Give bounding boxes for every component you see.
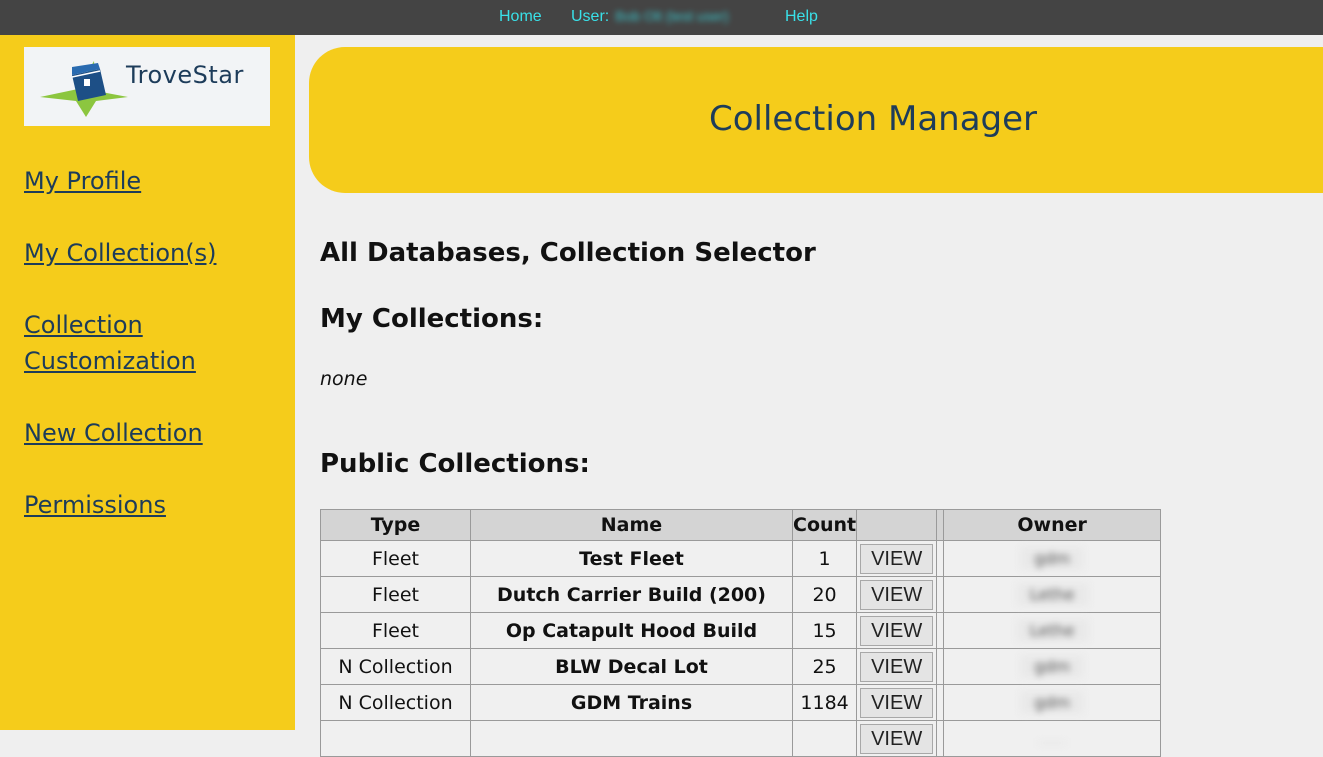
table-header-row: Type Name Count Owner (320, 509, 1162, 541)
table-row: Fleet Test Fleet 1 VIEW gdm (320, 540, 1162, 577)
my-collections-heading: My Collections: (320, 304, 544, 334)
table-row: VIEW (320, 720, 1162, 757)
column-separator (936, 576, 945, 613)
top-nav-bar: Home User: Bob Olt (test user) Help (0, 0, 1323, 35)
row-type: N Collection (320, 648, 471, 685)
row-owner: gdm (943, 648, 1162, 685)
row-name: GDM Trains (470, 684, 793, 721)
column-separator (936, 720, 945, 757)
row-view-cell: VIEW (856, 684, 938, 721)
row-type (320, 720, 471, 757)
sidebar: TroveStar My Profile My Collection(s) Co… (0, 35, 295, 730)
column-separator (936, 509, 945, 541)
sidebar-item-new-collection[interactable]: New Collection (24, 415, 284, 451)
column-separator (936, 612, 945, 649)
table-row: Fleet Dutch Carrier Build (200) 20 VIEW … (320, 576, 1162, 613)
owner-name: gdm (1020, 691, 1085, 714)
nav-home-link[interactable]: Home (499, 0, 542, 35)
row-view-cell: VIEW (856, 576, 938, 613)
main-heading: All Databases, Collection Selector (320, 238, 816, 268)
owner-name: gdm (1020, 655, 1085, 678)
table-row: N Collection GDM Trains 1184 VIEW gdm (320, 684, 1162, 721)
row-owner: gdm (943, 540, 1162, 577)
row-name: Dutch Carrier Build (200) (470, 576, 793, 613)
view-button[interactable]: VIEW (860, 651, 934, 682)
owner-name: Lethe (1015, 583, 1089, 606)
table-row: Fleet Op Catapult Hood Build 15 VIEW Let… (320, 612, 1162, 649)
view-button[interactable]: VIEW (860, 723, 934, 754)
treasure-chest-star-icon (40, 61, 128, 117)
owner-name: Lethe (1015, 619, 1089, 642)
row-owner: Lethe (943, 612, 1162, 649)
view-button[interactable]: VIEW (860, 543, 934, 574)
row-name: Op Catapult Hood Build (470, 612, 793, 649)
row-type: Fleet (320, 576, 471, 613)
nav-user-name[interactable]: Bob Olt (test user) (615, 0, 729, 33)
row-count: 20 (791, 576, 858, 613)
my-collections-empty-text: none (320, 368, 368, 390)
nav-help-link[interactable]: Help (785, 0, 818, 35)
column-header-view (856, 509, 938, 541)
trovestar-logo[interactable]: TroveStar (24, 47, 270, 126)
view-button[interactable]: VIEW (860, 687, 934, 718)
page-title: Collection Manager (709, 99, 1038, 139)
row-owner (943, 720, 1162, 757)
sidebar-item-my-profile[interactable]: My Profile (24, 163, 284, 199)
column-separator (936, 540, 945, 577)
nav-user: User: Bob Olt (test user) (571, 0, 729, 35)
row-view-cell: VIEW (856, 648, 938, 685)
row-owner: gdm (943, 684, 1162, 721)
owner-name (1038, 740, 1067, 745)
row-name: Test Fleet (470, 540, 793, 577)
column-header-type: Type (320, 509, 471, 541)
row-count: 15 (791, 612, 858, 649)
nav-user-label: User: (571, 8, 610, 25)
column-header-count: Count (791, 509, 858, 541)
view-button[interactable]: VIEW (860, 579, 934, 610)
column-header-name: Name (470, 509, 793, 541)
row-count (791, 720, 858, 757)
sidebar-item-permissions[interactable]: Permissions (24, 487, 284, 523)
sidebar-item-collection-customization[interactable]: Collection Customization (24, 307, 284, 379)
owner-name: gdm (1020, 547, 1085, 570)
row-type: Fleet (320, 612, 471, 649)
row-count: 1 (791, 540, 858, 577)
sidebar-item-my-collections[interactable]: My Collection(s) (24, 235, 284, 271)
row-type: N Collection (320, 684, 471, 721)
row-view-cell: VIEW (856, 612, 938, 649)
column-header-owner: Owner (943, 509, 1162, 541)
view-button[interactable]: VIEW (860, 615, 934, 646)
row-view-cell: VIEW (856, 720, 938, 757)
logo-text: TroveStar (126, 61, 244, 89)
row-type: Fleet (320, 540, 471, 577)
row-count: 25 (791, 648, 858, 685)
row-view-cell: VIEW (856, 540, 938, 577)
public-collections-table: Type Name Count Owner Fleet Test Fleet 1… (320, 509, 1162, 757)
row-name: BLW Decal Lot (470, 648, 793, 685)
column-separator (936, 648, 945, 685)
column-separator (936, 684, 945, 721)
table-row: N Collection BLW Decal Lot 25 VIEW gdm (320, 648, 1162, 685)
row-owner: Lethe (943, 576, 1162, 613)
page-banner: Collection Manager (309, 47, 1323, 193)
row-count: 1184 (791, 684, 858, 721)
public-collections-heading: Public Collections: (320, 449, 590, 479)
row-name (470, 720, 793, 757)
